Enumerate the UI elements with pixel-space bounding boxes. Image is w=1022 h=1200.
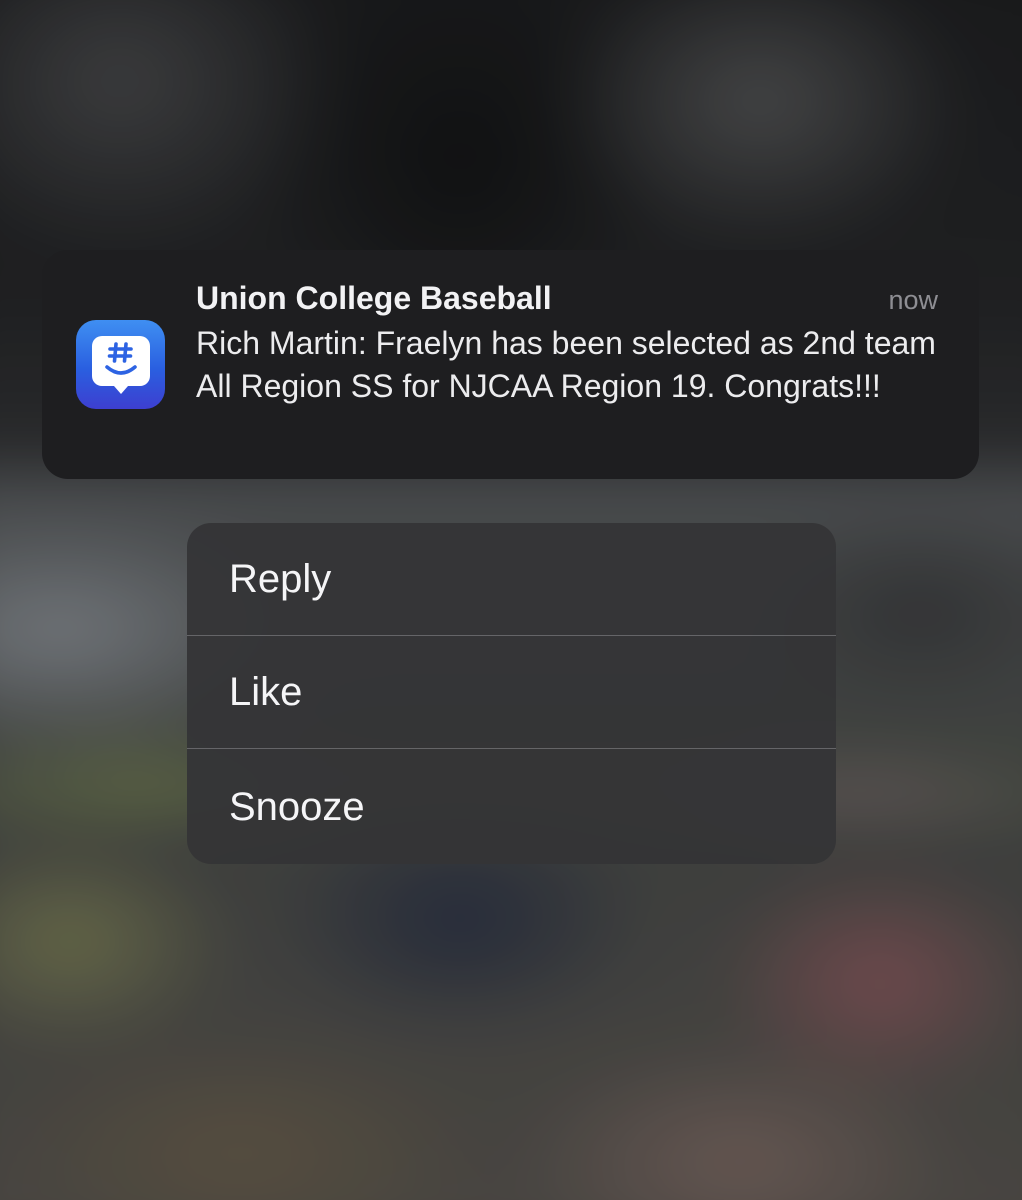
lock-screen: Union College Baseball now Rich Martin: … [0,0,1022,1200]
groupme-icon [76,320,165,409]
reply-action[interactable]: Reply [187,523,836,636]
notification-timestamp: now [888,285,938,315]
notification-body: Rich Martin: Fraelyn has been selected a… [196,325,936,404]
notification-card[interactable]: Union College Baseball now Rich Martin: … [42,250,979,479]
notification-action-menu: Reply Like Snooze [187,523,836,864]
like-action-label: Like [229,670,303,714]
snooze-action[interactable]: Snooze [187,749,836,864]
reply-action-label: Reply [229,557,332,601]
like-action[interactable]: Like [187,636,836,749]
notification-title: Union College Baseball [196,280,552,316]
snooze-action-label: Snooze [229,784,365,829]
